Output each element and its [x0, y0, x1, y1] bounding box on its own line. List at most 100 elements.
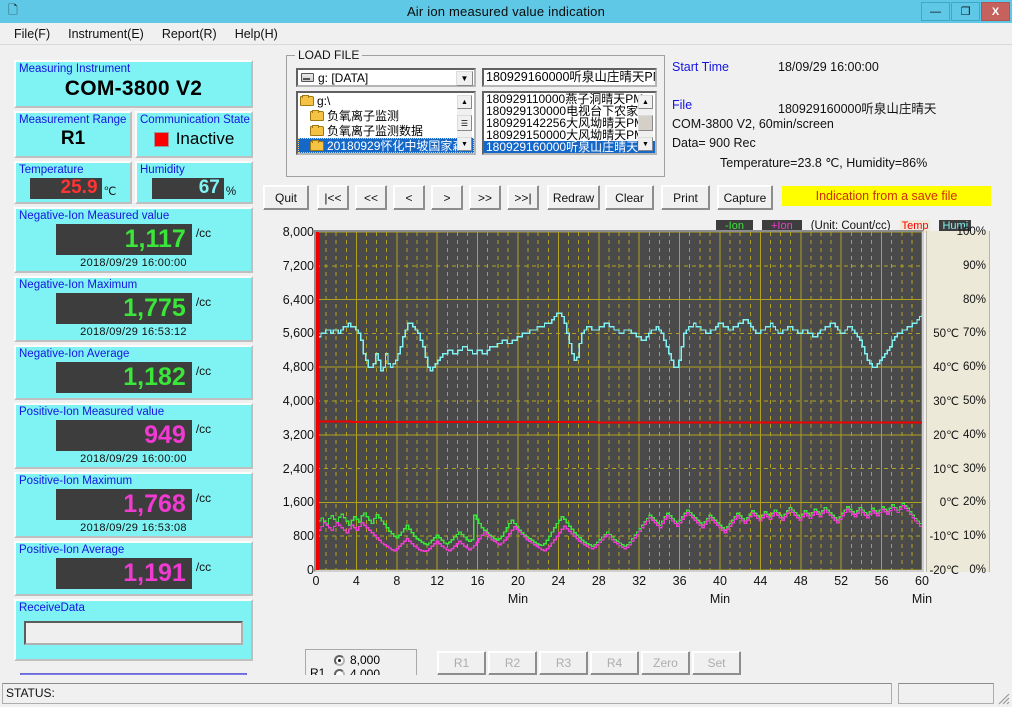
chevron-up-icon[interactable]: ▲ [638, 95, 653, 109]
drive-icon [301, 73, 314, 82]
temperature-unit: ℃ [103, 186, 117, 198]
minimize-button[interactable]: — [921, 2, 950, 21]
filename-input[interactable]: 180929160000听泉山庄晴天PM [482, 68, 657, 87]
positive-ion-measured-readout: 949 /cc [16, 419, 251, 453]
plot-area[interactable] [314, 230, 924, 572]
y-axis-tick: 6,400 [282, 292, 314, 307]
positive-ion-average-group: Positive-Ion Average 1,191 /cc [14, 541, 253, 596]
positive-ion-measured-unit: /cc [195, 422, 212, 436]
x-axis-tick: 16 [470, 574, 485, 588]
capture-button[interactable]: Capture [717, 185, 773, 210]
zero-button[interactable]: Zero [641, 651, 690, 675]
humidity-axis-tick: 100% [956, 226, 986, 238]
print-button[interactable]: Print [661, 185, 710, 210]
list-item[interactable]: 负氧离子监测数据 [298, 123, 474, 138]
humidity-axis-tick: 90% [962, 259, 986, 272]
range-r2-button[interactable]: R2 [488, 651, 537, 675]
x-axis-tick: 28 [591, 574, 606, 588]
positive-ion-maximum-timestamp: 2018/09/29 16:53:08 [80, 522, 187, 534]
chevron-down-icon[interactable]: ▼ [457, 137, 472, 151]
negative-ion-maximum-group: Negative-Ion Maximum 1,775 /cc 2018/09/2… [14, 276, 253, 342]
range-r3-button[interactable]: R3 [539, 651, 588, 675]
humidity-axis-tick: 10% [962, 530, 986, 543]
x-axis-tick: 20 [511, 574, 525, 588]
last-button[interactable]: >>| [507, 185, 539, 210]
menu-item-instrument[interactable]: Instrument(E) [62, 25, 156, 43]
negative-ion-average-group: Negative-Ion Average 1,182 /cc [14, 345, 253, 400]
list-item-selected[interactable]: 180929160000听泉山庄晴天 [484, 141, 655, 153]
list-item[interactable]: g:\ [298, 93, 474, 108]
chevron-down-icon[interactable]: ▼ [456, 71, 473, 86]
resize-grip[interactable] [996, 691, 1010, 705]
scroll-thumb[interactable]: ☰ [457, 115, 472, 131]
negative-ion-maximum-readout: 1,775 /cc [16, 292, 251, 326]
directory-list[interactable]: g:\ 负氧离子监测 负氧离子监测数据 20180929怀化中坡国家森 ▲ ☰ … [296, 91, 476, 155]
x-axis-unit-label: Min [507, 592, 529, 606]
menu-item-report[interactable]: Report(R) [156, 25, 229, 43]
range-r4-button[interactable]: R4 [590, 651, 639, 675]
file-list-scrollbar[interactable]: ▲ ▼ [638, 95, 653, 151]
humidity-axis-tick: 70% [962, 327, 986, 340]
humidity-axis-tick: 20% [962, 496, 986, 509]
range-r1-button[interactable]: R1 [437, 651, 486, 675]
measurement-panel: Measuring Instrument COM-3800 V2 Measure… [14, 60, 253, 670]
environment-line: Temperature=23.8 ℃, Humidity=86% [720, 156, 928, 170]
y-axis-tick: 800 [293, 529, 314, 544]
radio-range-8000[interactable]: 8,000 [334, 653, 380, 667]
scroll-thumb[interactable] [638, 115, 653, 131]
chart: 0 800 1,600 2,400 3,200 4,000 4,800 5,600 6,400 7… [276, 225, 1008, 630]
negative-ion-measured-value: 1,117 [55, 224, 192, 255]
instrument-value: COM-3800 V2 [64, 77, 203, 100]
x-axis-unit-label: Min [911, 592, 933, 606]
redraw-button[interactable]: Redraw [547, 185, 600, 210]
client-area: Measuring Instrument COM-3800 V2 Measure… [0, 45, 1012, 697]
status-text: STATUS: [2, 683, 892, 704]
x-axis-tick: 24 [551, 574, 566, 588]
status-led-icon [153, 131, 169, 147]
menu-item-help[interactable]: Help(H) [229, 25, 290, 43]
left-edge-marker [316, 232, 319, 570]
chevron-up-icon[interactable]: ▲ [457, 95, 472, 109]
y-axis-labels: 0 800 1,600 2,400 3,200 4,000 4,800 5,600 6,400 7… [276, 225, 314, 577]
directory-list-scrollbar[interactable]: ▲ ☰ ▼ [457, 95, 472, 151]
next-button[interactable]: > [431, 185, 463, 210]
x-axis-tick: 52 [834, 574, 849, 588]
prev-page-button[interactable]: << [355, 185, 387, 210]
positive-ion-maximum-group: Positive-Ion Maximum 1,768 /cc 2018/09/2… [14, 472, 253, 538]
set-button[interactable]: Set [692, 651, 741, 675]
file-list[interactable]: 180929110000燕子洞晴天PM 180929130000电视台下农家乐 … [482, 91, 657, 155]
x-axis-tick: 0 [312, 574, 320, 588]
temperature-axis-tick: 10℃ [933, 463, 959, 476]
maximize-button[interactable]: ❐ [951, 2, 980, 21]
radio-icon [334, 654, 345, 666]
next-page-button[interactable]: >> [469, 185, 501, 210]
prev-button[interactable]: < [393, 185, 425, 210]
negative-ion-measured-timestamp: 2018/09/29 16:00:00 [80, 257, 187, 269]
close-button[interactable]: X [981, 2, 1010, 21]
receive-data-field[interactable] [24, 621, 243, 645]
humidity-axis-tick: 0% [969, 564, 986, 576]
clear-button[interactable]: Clear [605, 185, 654, 210]
list-item-selected[interactable]: 20180929怀化中坡国家森 [298, 138, 474, 153]
communication-state-row: Inactive [137, 127, 251, 154]
chevron-down-icon[interactable]: ▼ [638, 137, 653, 151]
status-secondary-field [898, 683, 994, 704]
drive-select-value: g: [DATA] [318, 70, 369, 85]
y-axis-tick: 8,000 [282, 225, 314, 239]
drive-select[interactable]: g: [DATA] ▼ [296, 68, 476, 87]
x-axis-labels: 0 4 8 12 16 20 24 28 32 36 40 44 48 52 56 60 Min Min Min [312, 574, 933, 614]
statusbar: STATUS: [0, 675, 1012, 707]
x-axis-tick: 56 [874, 574, 889, 588]
radio-label: 8,000 [350, 653, 381, 667]
negative-ion-average-label: Negative-Ion Average [19, 348, 130, 360]
file-label: File [672, 98, 693, 112]
file-value: 180929160000听泉山庄晴天 [778, 102, 937, 116]
first-button[interactable]: |<< [317, 185, 349, 210]
quit-button[interactable]: Quit [263, 185, 309, 210]
folder-icon [310, 139, 324, 151]
menu-item-file[interactable]: File(F) [8, 25, 62, 43]
positive-ion-measured-group: Positive-Ion Measured value 949 /cc 2018… [14, 403, 253, 469]
receive-data-group: ReceiveData [14, 599, 253, 661]
humidity-axis-tick: 50% [962, 395, 986, 407]
list-item[interactable]: 负氧离子监测 [298, 108, 474, 123]
